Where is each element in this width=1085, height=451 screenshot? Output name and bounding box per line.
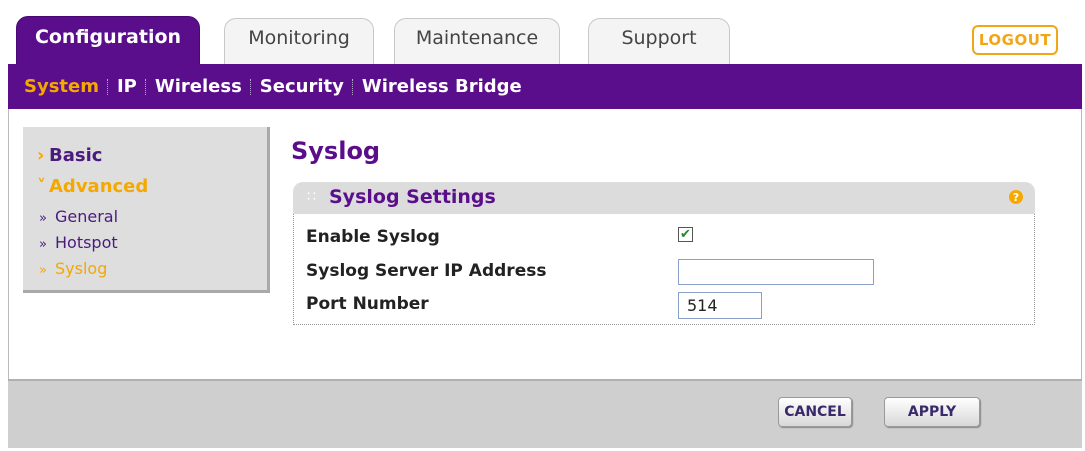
- sidebar-item-syslog[interactable]: » Syslog: [39, 259, 107, 278]
- subnav-security[interactable]: Security: [252, 76, 352, 97]
- subnav-ip[interactable]: IP: [109, 76, 145, 97]
- enable-syslog-checkbox[interactable]: ✔: [678, 227, 693, 242]
- port-number-label: Port Number: [306, 294, 429, 314]
- tab-configuration-label: Configuration: [34, 26, 182, 48]
- port-number-input[interactable]: [678, 292, 762, 319]
- sidebar-item-basic-label: Basic: [49, 145, 103, 166]
- logout-label: LOGOUT: [978, 31, 1052, 49]
- apply-button-label: APPLY: [907, 404, 957, 420]
- checkmark-icon: ✔: [680, 227, 691, 242]
- sidebar-item-advanced-label: Advanced: [49, 176, 149, 197]
- server-ip-label: Syslog Server IP Address: [306, 261, 547, 281]
- apply-button[interactable]: APPLY: [884, 397, 980, 427]
- enable-syslog-label: Enable Syslog: [306, 227, 440, 247]
- tab-support[interactable]: Support: [588, 18, 730, 64]
- double-chevron-icon: »: [39, 237, 47, 252]
- logout-button[interactable]: LOGOUT: [972, 25, 1058, 55]
- sidebar-item-advanced[interactable]: ˅ Advanced: [37, 176, 148, 197]
- server-ip-input[interactable]: [678, 259, 874, 285]
- router-admin-window: Configuration Monitoring Maintenance Sup…: [8, 10, 1082, 448]
- subnav-system[interactable]: System: [16, 76, 107, 97]
- footer-bar: CANCEL APPLY: [8, 379, 1082, 448]
- left-sidebar: › Basic ˅ Advanced » General » Hotspot » Sysl…: [23, 127, 270, 293]
- main-content: › Basic ˅ Advanced » General » Hotspot » Sysl…: [8, 109, 1082, 379]
- sidebar-item-syslog-label: Syslog: [55, 259, 108, 278]
- tab-configuration[interactable]: Configuration: [16, 16, 200, 66]
- cancel-button-label: CANCEL: [784, 404, 846, 420]
- subnav-wireless[interactable]: Wireless: [147, 76, 250, 97]
- double-chevron-icon: »: [39, 211, 47, 226]
- tab-maintenance-label: Maintenance: [415, 26, 539, 49]
- sidebar-item-general-label: General: [55, 207, 119, 226]
- double-chevron-icon: »: [39, 263, 47, 278]
- panel-title: Syslog Settings: [329, 186, 496, 208]
- sidebar-item-hotspot-label: Hotspot: [55, 233, 118, 252]
- cancel-button[interactable]: CANCEL: [778, 397, 852, 427]
- grip-icon: ∷: [307, 189, 316, 205]
- chevron-down-icon: ˅: [37, 176, 46, 197]
- panel-header: ∷ Syslog Settings ?: [293, 182, 1035, 214]
- tab-maintenance[interactable]: Maintenance: [394, 18, 560, 64]
- help-icon[interactable]: ?: [1009, 190, 1023, 204]
- tab-support-label: Support: [621, 26, 697, 49]
- tab-monitoring[interactable]: Monitoring: [224, 18, 374, 64]
- sidebar-item-general[interactable]: » General: [39, 207, 118, 226]
- subnav-wireless-bridge[interactable]: Wireless Bridge: [354, 76, 530, 97]
- sidebar-item-hotspot[interactable]: » Hotspot: [39, 233, 118, 252]
- sub-navigation-bar: System IP Wireless Security Wireless Bri…: [8, 64, 1082, 109]
- tab-monitoring-label: Monitoring: [248, 26, 350, 49]
- syslog-settings-panel: ∷ Syslog Settings ? Enable Syslog ✔ Sysl…: [293, 182, 1035, 325]
- panel-body: Enable Syslog ✔ Syslog Server IP Address…: [293, 214, 1035, 325]
- sidebar-item-basic[interactable]: › Basic: [37, 145, 102, 166]
- page-title: Syslog: [291, 137, 381, 165]
- chevron-right-icon: ›: [37, 145, 45, 166]
